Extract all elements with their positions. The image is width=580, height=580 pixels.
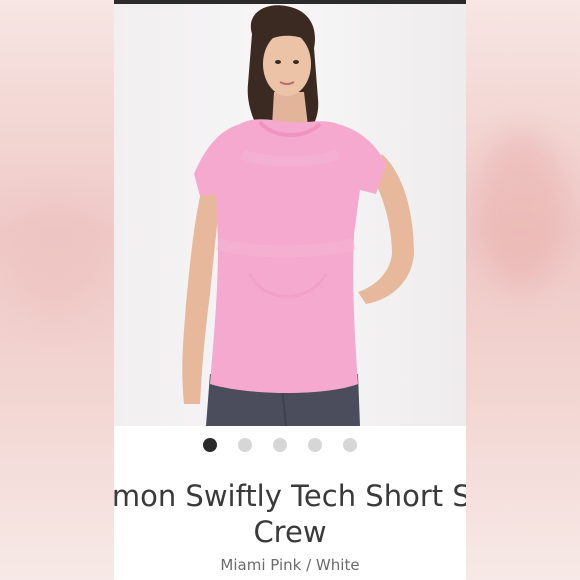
product-color: Miami Pink / White	[220, 556, 360, 574]
carousel-dot-3[interactable]	[273, 438, 287, 452]
carousel-dot-2[interactable]	[238, 438, 252, 452]
product-title: emon Swiftly Tech Short Sle Crew	[114, 478, 466, 550]
model-illustration	[182, 5, 414, 426]
product-screen: emon Swiftly Tech Short Sle Crew Miami P…	[114, 0, 466, 580]
carousel-indicator	[114, 438, 466, 456]
blurred-background-right	[466, 0, 580, 580]
product-image[interactable]	[114, 4, 466, 426]
product-title-line-1: emon Swiftly Tech Short Sle	[114, 479, 466, 513]
product-title-line-2: Crew	[253, 515, 327, 549]
carousel-dot-5[interactable]	[343, 438, 357, 452]
carousel-dots	[203, 438, 357, 452]
blurred-background-left	[0, 0, 114, 580]
carousel-dot-4[interactable]	[308, 438, 322, 452]
carousel-dot-1[interactable]	[203, 438, 217, 452]
